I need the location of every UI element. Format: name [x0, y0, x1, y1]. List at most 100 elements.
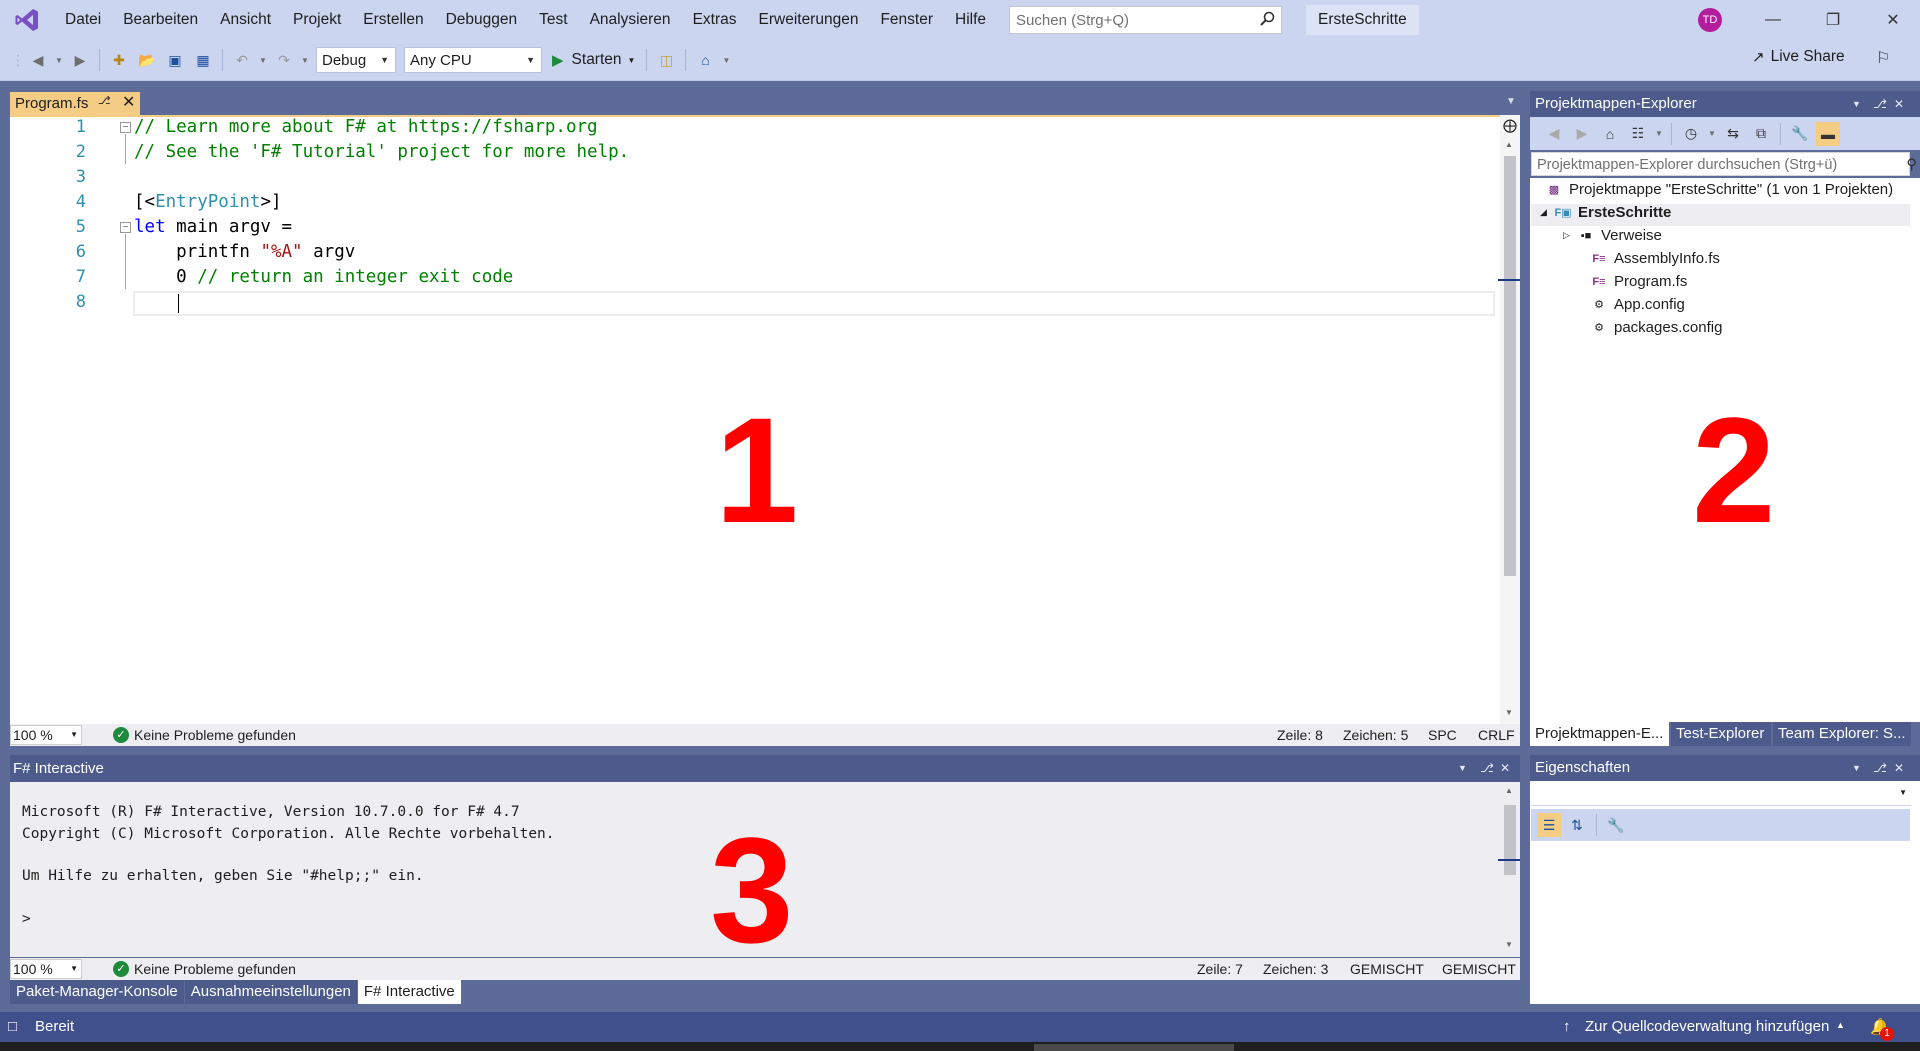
add-source-control-button[interactable]: Zur Quellcodeverwaltung hinzufügen — [1585, 1018, 1829, 1035]
collapsed-arrow-icon[interactable]: ▷ — [1563, 230, 1577, 241]
sync-icon[interactable]: ⇆ — [1721, 122, 1745, 146]
collapse-icon[interactable]: − — [120, 222, 131, 233]
forward-icon[interactable]: ▶ — [1570, 122, 1594, 146]
tab-exception-settings[interactable]: Ausnahmeeinstellungen — [184, 980, 357, 1004]
tree-item-file[interactable]: F≡ AssemblyInfo.fs — [1590, 250, 1719, 267]
categorized-icon[interactable]: ☰ — [1537, 813, 1561, 837]
window-position-icon[interactable]: ▼ — [1852, 91, 1861, 117]
search-input[interactable]: Suchen (Strg+Q) — [1009, 6, 1283, 34]
configuration-select[interactable]: Debug ▼ — [316, 47, 396, 73]
pin-icon[interactable]: ⎇ — [1873, 91, 1887, 117]
close-window-icon[interactable]: ✕ — [1865, 0, 1920, 40]
home-icon[interactable]: ⌂ — [1598, 122, 1622, 146]
navigate-forward-icon[interactable]: ▶ — [68, 48, 92, 72]
scroll-down-icon[interactable]: ▼ — [1505, 708, 1513, 717]
menu-erweiterungen[interactable]: Erweiterungen — [748, 0, 870, 40]
tab-solution-explorer[interactable]: Projektmappen-E... — [1530, 722, 1669, 746]
feedback-icon[interactable]: ⚐ — [1876, 48, 1890, 68]
pin-icon[interactable]: ⎇ — [98, 94, 111, 107]
navigate-back-icon[interactable]: ◀ — [26, 48, 50, 72]
expand-arrow-icon[interactable]: ◢ — [1540, 207, 1554, 218]
pending-changes-filter-icon[interactable]: ◷ — [1679, 122, 1703, 146]
menu-erstellen[interactable]: Erstellen — [352, 0, 434, 40]
pin-icon[interactable]: ⎇ — [1873, 755, 1887, 781]
menu-test[interactable]: Test — [528, 0, 578, 40]
menu-ansicht[interactable]: Ansicht — [209, 0, 282, 40]
chevron-down-icon[interactable]: ▼ — [1707, 122, 1717, 146]
editor-zoom-select[interactable]: 100 % ▼ — [10, 725, 82, 745]
tree-item-project[interactable]: ◢ F▣ ErsteSchritte — [1540, 204, 1671, 221]
properties-object-select[interactable]: ▼ — [1531, 784, 1911, 806]
user-avatar[interactable]: TD — [1698, 8, 1722, 32]
collapse-all-icon[interactable]: ⧉ — [1749, 122, 1773, 146]
close-panel-icon[interactable]: ✕ — [1894, 755, 1904, 781]
editor-scroll-thumb[interactable] — [1504, 156, 1516, 576]
tab-fsharp-interactive[interactable]: F# Interactive — [357, 980, 461, 1004]
back-icon[interactable]: ◀ — [1542, 122, 1566, 146]
browser-link-icon[interactable]: ⌂ — [693, 48, 717, 72]
menu-hilfe[interactable]: Hilfe — [944, 0, 997, 40]
scroll-up-icon[interactable]: ▲ — [1505, 140, 1513, 149]
open-file-icon[interactable]: 📂 — [135, 48, 159, 72]
problems-status[interactable]: Keine Probleme gefunden — [134, 727, 296, 743]
tree-item-solution[interactable]: ▩ Projektmappe "ErsteSchritte" (1 von 1 … — [1545, 181, 1893, 198]
tab-program-fs[interactable]: Program.fs ⎇ ✕ — [10, 92, 140, 115]
navigate-back-dropdown-icon[interactable]: ▼ — [54, 48, 64, 72]
scroll-up-icon[interactable]: ▲ — [1505, 786, 1513, 795]
tree-item-file[interactable]: ⚙ packages.config — [1590, 319, 1722, 336]
tab-test-explorer[interactable]: Test-Explorer — [1671, 722, 1771, 746]
menu-fenster[interactable]: Fenster — [869, 0, 944, 40]
alphabetical-sort-icon[interactable]: ⇅ — [1565, 813, 1589, 837]
platform-select[interactable]: Any CPU ▼ — [404, 47, 542, 73]
menu-debuggen[interactable]: Debuggen — [435, 0, 529, 40]
line-ending-indicator[interactable]: CRLF — [1478, 727, 1515, 743]
save-all-icon[interactable]: ▦ — [191, 48, 215, 72]
start-debugging-button[interactable]: ▶ Starten ▼ — [552, 51, 635, 69]
tree-item-file[interactable]: ⚙ App.config — [1590, 296, 1685, 313]
save-icon[interactable]: ▣ — [163, 48, 187, 72]
solution-explorer-search-input[interactable]: Projektmappen-Explorer durchsuchen (Strg… — [1531, 152, 1917, 176]
pin-icon[interactable]: ⎇ — [1480, 755, 1494, 782]
property-pages-wrench-icon[interactable]: 🔧 — [1604, 813, 1628, 837]
menu-datei[interactable]: Datei — [54, 0, 112, 40]
close-tab-icon[interactable]: ✕ — [122, 92, 135, 112]
minimize-icon[interactable]: — — [1745, 0, 1801, 40]
tab-list-dropdown-icon[interactable]: ▼ — [1506, 96, 1516, 107]
menu-extras[interactable]: Extras — [682, 0, 748, 40]
menu-projekt[interactable]: Projekt — [282, 0, 352, 40]
chevron-up-icon[interactable]: ▲ — [1836, 1020, 1845, 1030]
window-position-icon[interactable]: ▼ — [1458, 755, 1467, 782]
restore-icon[interactable]: ❐ — [1805, 0, 1861, 40]
undo-icon[interactable]: ↶ — [230, 48, 254, 72]
close-panel-icon[interactable]: ✕ — [1500, 755, 1510, 782]
live-share-button[interactable]: ↗ Live Share — [1752, 48, 1845, 66]
menu-analysieren[interactable]: Analysieren — [579, 0, 682, 40]
indent-indicator[interactable]: GEMISCHT — [1350, 961, 1424, 977]
find-in-files-icon[interactable]: ◫ — [654, 48, 678, 72]
scroll-down-icon[interactable]: ▼ — [1505, 940, 1513, 949]
window-position-icon[interactable]: ▼ — [1852, 755, 1861, 781]
properties-wrench-icon[interactable]: 🔧 — [1788, 122, 1812, 146]
menu-bearbeiten[interactable]: Bearbeiten — [112, 0, 209, 40]
problems-status[interactable]: Keine Probleme gefunden — [134, 961, 296, 977]
split-editor-icon[interactable]: ⨁ — [1503, 117, 1517, 134]
tab-package-manager-console[interactable]: Paket-Manager-Konsole — [10, 980, 184, 1004]
new-project-icon[interactable]: ✚ — [107, 48, 131, 72]
tree-item-file[interactable]: F≡ Program.fs — [1590, 273, 1687, 290]
chevron-down-icon[interactable]: ▼ — [628, 56, 636, 65]
fsi-prompt[interactable]: > — [22, 909, 31, 929]
visual-studio-logo-icon[interactable] — [0, 0, 54, 40]
close-panel-icon[interactable]: ✕ — [1894, 91, 1904, 117]
output-window-icon[interactable]: □ — [8, 1018, 17, 1035]
preview-selected-icon[interactable]: ▬ — [1816, 121, 1840, 146]
toolbar-grip-icon[interactable]: ⋮ — [11, 48, 25, 72]
tree-item-references[interactable]: ▷ ▪■ Verweise — [1563, 227, 1662, 244]
line-ending-indicator[interactable]: GEMISCHT — [1442, 961, 1516, 977]
switch-views-icon[interactable]: ☷ — [1626, 122, 1650, 146]
collapse-icon[interactable]: − — [120, 122, 131, 133]
chevron-down-icon[interactable]: ▼ — [1654, 122, 1664, 146]
redo-dropdown-icon[interactable]: ▼ — [300, 48, 310, 72]
fsi-zoom-select[interactable]: 100 % ▼ — [10, 959, 82, 979]
tab-team-explorer[interactable]: Team Explorer: S... — [1773, 722, 1911, 746]
undo-dropdown-icon[interactable]: ▼ — [258, 48, 268, 72]
